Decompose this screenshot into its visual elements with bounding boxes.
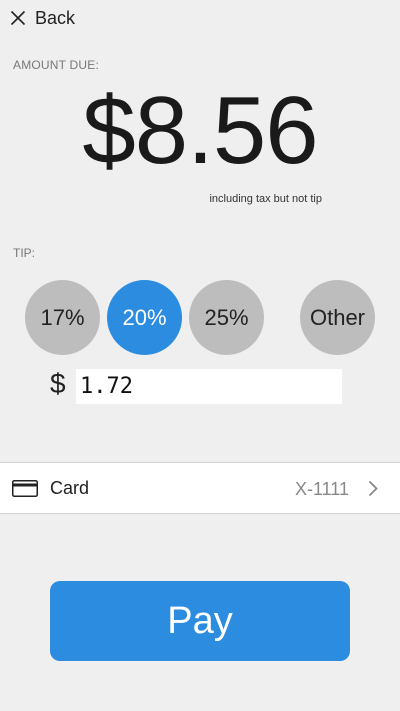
close-icon [10,10,26,26]
tip-label: TIP: [13,246,36,260]
pay-button[interactable]: Pay [50,581,350,661]
tip-option-20[interactable]: 20% [107,280,182,355]
tip-currency-symbol: $ [50,368,66,399]
back-label: Back [35,7,76,28]
card-number: X-1111 [294,479,349,499]
top-bar: Back [0,0,400,36]
amount-note: including tax but not tip [209,193,322,205]
tip-option-25[interactable]: 25% [189,280,264,355]
credit-card-icon [12,480,38,497]
payment-method-row[interactable]: Card X-1111 [0,462,400,514]
payment-method-label: Card [50,478,90,498]
tip-option-other[interactable]: Other [300,280,375,355]
chevron-right-icon [368,480,378,497]
back-button[interactable]: Back [10,5,75,31]
amount-due-label: AMOUNT DUE: [13,58,99,72]
tip-amount-input[interactable] [76,369,342,404]
amount-due-value: $8.56 [82,77,318,184]
tip-option-17[interactable]: 17% [25,280,100,355]
